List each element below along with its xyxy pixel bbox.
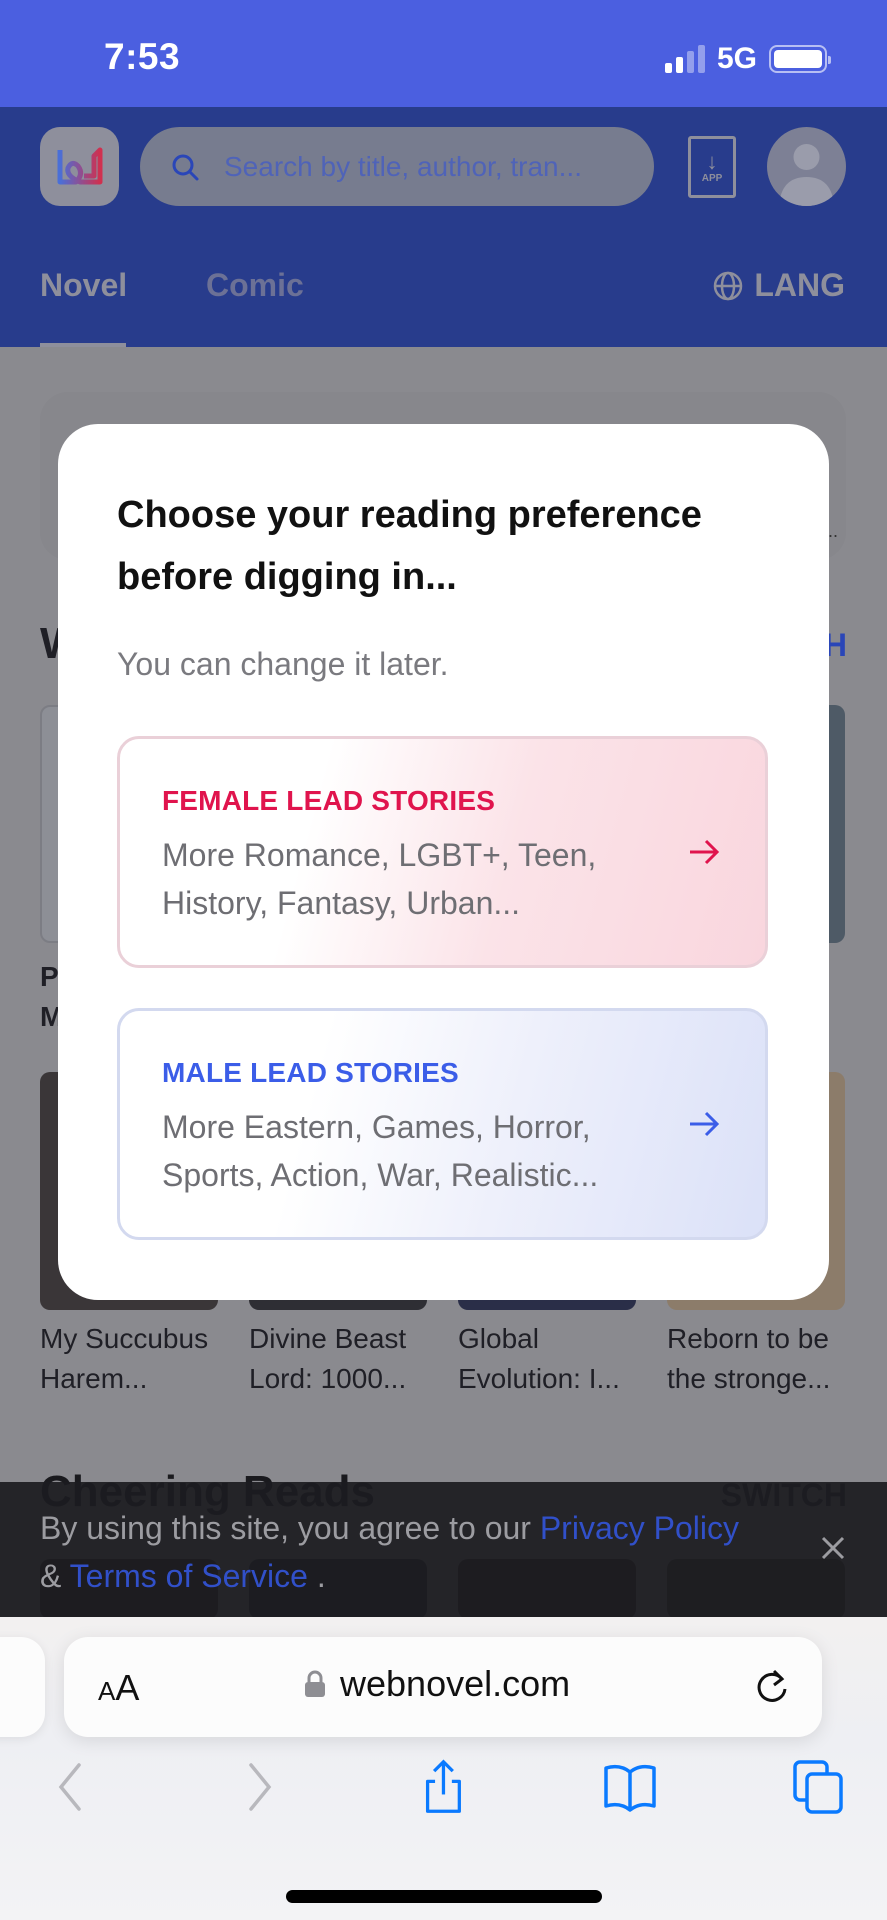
share-button[interactable] [420,1757,466,1817]
status-bar: 7:53 5G [0,0,887,107]
download-app-button[interactable]: ↓ APP [688,136,736,198]
signal-icon [664,45,705,73]
reading-preference-modal: Choose your reading preference before di… [58,424,829,1300]
search-bar[interactable] [140,127,654,206]
cookie-banner: By using this site, you agree to our Pri… [0,1482,887,1617]
search-icon [172,154,199,180]
home-indicator [286,1890,602,1903]
book-title[interactable]: Global Evolution: I... [458,1319,648,1399]
option-description: More Romance, LGBT+, Teen, History, Fant… [162,837,597,921]
url-display[interactable]: webnovel.com [304,1663,570,1705]
arrow-right-icon [690,839,720,865]
cookie-text: By using this site, you agree to our Pri… [40,1510,739,1594]
option-label: FEMALE LEAD STORIES [162,785,496,816]
tab-comic[interactable]: Comic [206,267,304,304]
search-input[interactable] [224,150,604,183]
book-title[interactable]: Reborn to be the stronge... [667,1319,857,1399]
male-lead-option[interactable]: MALE LEAD STORIES More Eastern, Games, H… [117,1008,768,1240]
status-time: 7:53 [104,36,181,77]
modal-title: Choose your reading preference before di… [117,494,702,598]
tabs-button[interactable] [792,1757,844,1817]
status-icons: 5G [664,42,831,76]
back-button[interactable] [50,1757,90,1817]
reload-icon[interactable] [752,1667,792,1707]
book-icon [604,1764,656,1812]
close-icon[interactable] [819,1534,847,1562]
tab-novel[interactable]: Novel [40,267,127,304]
webnovel-logo-icon[interactable] [40,127,119,206]
network-type: 5G [716,42,757,75]
terms-of-service-link[interactable]: Terms of Service [70,1558,308,1594]
privacy-policy-link[interactable]: Privacy Policy [540,1510,739,1546]
chevron-right-icon [249,1763,272,1811]
option-label: MALE LEAD STORIES [162,1057,459,1088]
download-icon: ↓ [706,148,718,174]
book-title[interactable]: My Succubus Harem... [40,1319,230,1399]
address-bar[interactable]: AA webnovel.com [64,1637,822,1737]
user-icon [779,144,834,206]
female-lead-option[interactable]: FEMALE LEAD STORIES More Romance, LGBT+,… [117,736,768,968]
share-icon [425,1759,461,1813]
chevron-left-icon [58,1763,81,1811]
lock-icon [305,1670,325,1697]
forward-button[interactable] [240,1757,280,1817]
globe-icon [714,271,743,300]
arrow-right-icon [690,1111,720,1137]
text-size-button[interactable]: AA [98,1667,139,1709]
browser-nav-toolbar [0,1757,887,1837]
avatar[interactable] [767,127,846,206]
battery-icon [769,45,831,73]
browser-toolbar: AA webnovel.com [0,1617,887,1920]
tabs-icon [793,1760,843,1814]
option-description: More Eastern, Games, Horror, Sports, Act… [162,1109,599,1193]
tab-bar: Novel Comic LANG [0,257,887,347]
site-header: ↓ APP Novel Comic LANG [0,107,887,347]
book-title[interactable]: Divine Beast Lord: 1000... [249,1319,439,1399]
previous-tab-preview[interactable] [0,1637,45,1737]
bookmarks-button[interactable] [602,1757,658,1817]
language-button[interactable]: LANG [712,267,845,304]
modal-subtitle: You can change it later. [117,646,449,682]
